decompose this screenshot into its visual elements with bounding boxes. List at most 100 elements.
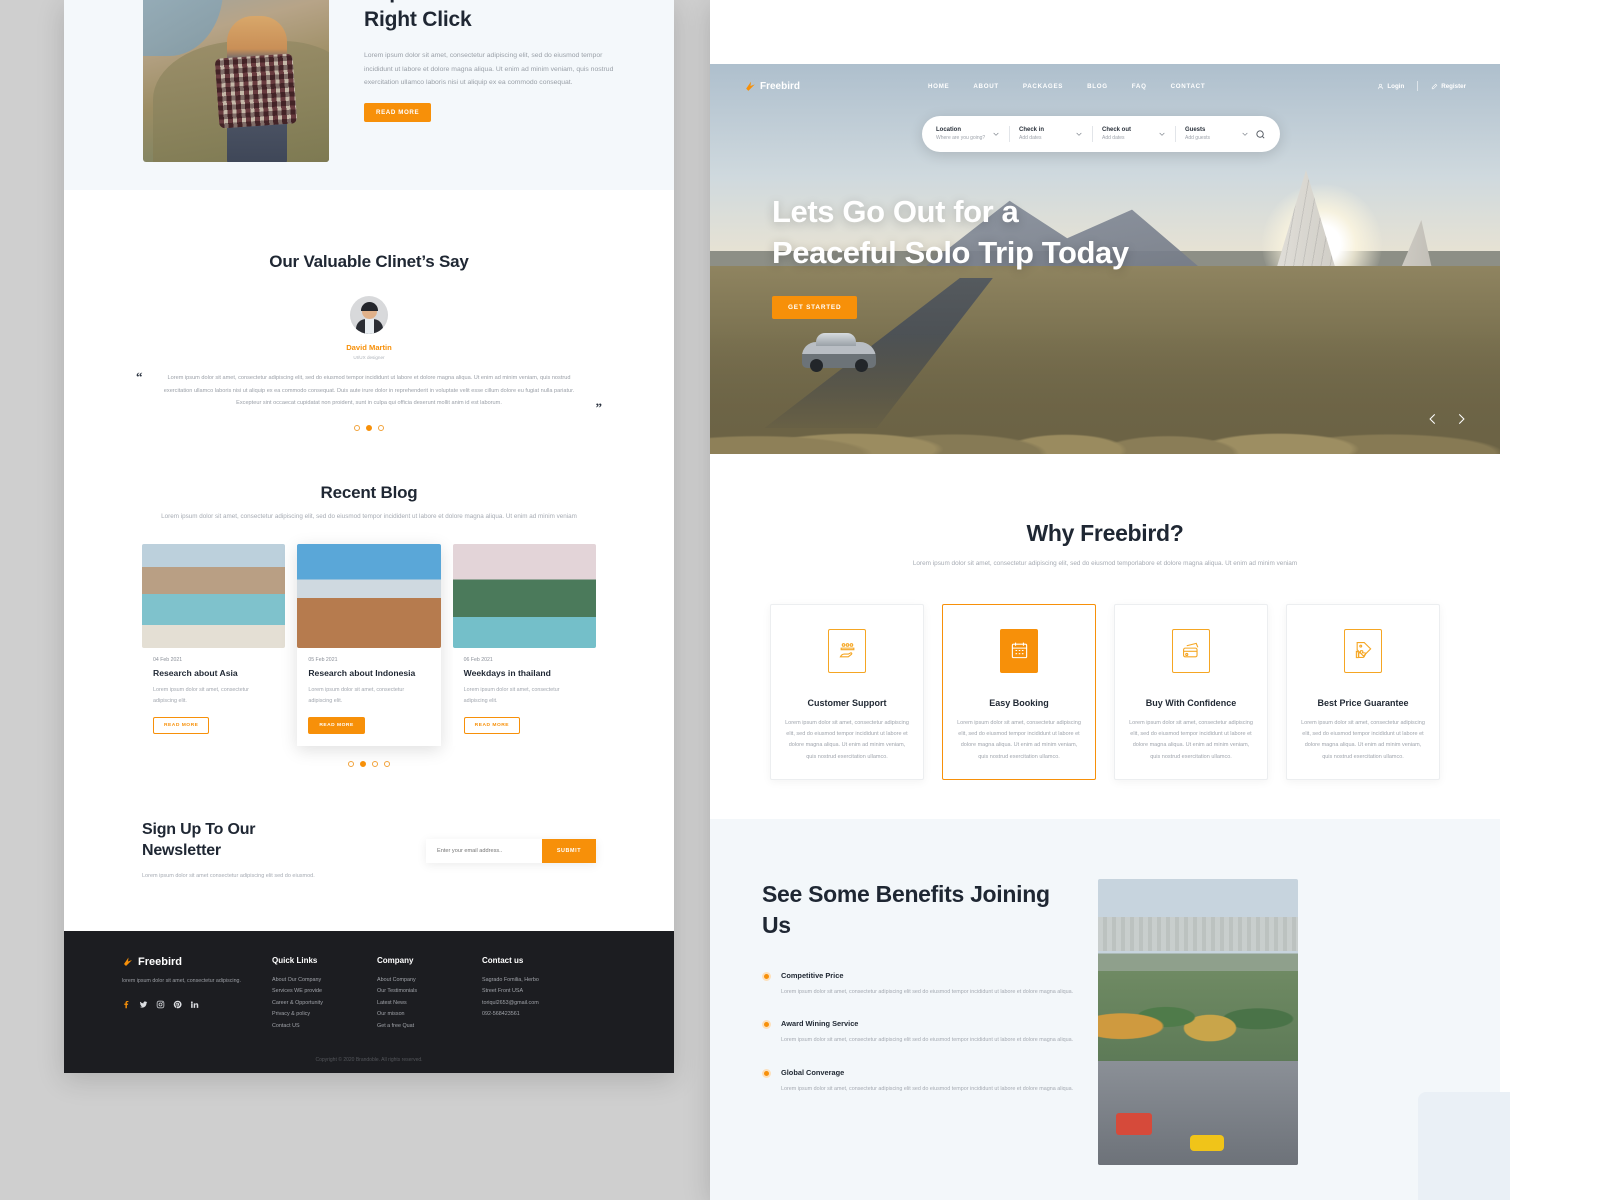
footer-socials[interactable]	[122, 1000, 272, 1009]
footer-link[interactable]: Privacy & policy	[272, 1009, 377, 1020]
why-card-title: Best Price Guarantee	[1317, 697, 1409, 708]
recent-blog-subtitle: Lorem ipsum dolor sit amet, consectetur …	[161, 512, 577, 520]
footer-link[interactable]: Our Testimonials	[377, 986, 482, 997]
bird-logo-icon	[124, 957, 132, 966]
search-field-label: Check in	[1019, 127, 1045, 133]
nav-item-packages[interactable]: PACKAGES	[1023, 83, 1063, 90]
blog-thumbnail	[452, 544, 596, 649]
footer-link[interactable]: About Our Company	[272, 975, 377, 986]
blog-excerpt: Lorem ipsum dolor sit amet, consectetur …	[463, 687, 560, 704]
footer-contact-phone[interactable]: 092-568423561	[482, 1009, 587, 1020]
chevron-down-icon[interactable]	[1158, 130, 1166, 138]
blog-read-more-button[interactable]: READ MORE	[308, 716, 365, 734]
search-field-checkin[interactable]: Check in Add dates	[1019, 127, 1083, 141]
carousel-dot-active[interactable]	[366, 424, 372, 431]
linkedin-icon[interactable]	[190, 1000, 199, 1009]
carousel-dot[interactable]	[348, 760, 354, 767]
footer-link[interactable]: Services WE provide	[272, 986, 377, 997]
footer-tagline: lorem ipsum dolor sit amet, consectetur …	[122, 977, 241, 984]
blog-card[interactable]: 04 Feb 2021 Research about Asia Lorem ip…	[142, 544, 286, 746]
blog-read-more-button[interactable]: READ MORE	[153, 716, 210, 734]
footer-link[interactable]: About Company	[377, 975, 482, 986]
explore-read-more-button[interactable]: READ MORE	[364, 103, 432, 123]
blog-date: 06 Feb 2021	[463, 657, 493, 664]
hero-banner: Freebird HOME ABOUT PACKAGES BLOG FAQ CO…	[710, 64, 1500, 454]
why-subtitle: Lorem ipsum dolor sit amet, consectetur …	[912, 560, 1298, 567]
blog-card[interactable]: 05 Feb 2021 Research about Indonesia Lor…	[297, 544, 441, 746]
footer-contact-email[interactable]: toriqul2653@gmail.com	[482, 998, 587, 1009]
search-divider	[1175, 126, 1176, 142]
chevron-down-icon[interactable]	[992, 130, 1000, 138]
user-icon	[1378, 83, 1384, 89]
newsletter-body: Lorem ipsum dolor sit amet consectetur a…	[142, 873, 315, 880]
nav-item-blog[interactable]: BLOG	[1087, 83, 1108, 90]
calendar-icon	[1000, 628, 1038, 673]
twitter-icon[interactable]	[139, 1000, 148, 1009]
benefit-body: Lorem ipsum dolor sit amet, consectetur …	[781, 1086, 1074, 1093]
newsletter-form[interactable]: SUBMIT	[426, 838, 596, 863]
register-button[interactable]: Register	[1431, 83, 1466, 90]
why-freebird-section: Why Freebird? Lorem ipsum dolor sit amet…	[710, 454, 1500, 819]
main-navigation: Freebird HOME ABOUT PACKAGES BLOG FAQ CO…	[710, 64, 1500, 108]
why-card-body: Lorem ipsum dolor sit amet, consectetur …	[957, 719, 1081, 760]
site-logo[interactable]: Freebird	[744, 80, 800, 93]
why-card-title: Customer Support	[807, 697, 887, 708]
search-field-label: Guests	[1185, 127, 1206, 133]
hero-carousel-arrows[interactable]	[1426, 412, 1468, 426]
auth-divider	[1417, 81, 1419, 91]
get-started-button[interactable]: GET STARTED	[772, 295, 858, 319]
search-field-placeholder: Add guests	[1185, 135, 1211, 141]
pinterest-icon[interactable]	[173, 1000, 182, 1009]
footer-link[interactable]: Latest News	[377, 998, 482, 1009]
nav-item-about[interactable]: ABOUT	[973, 83, 999, 90]
benefit-body: Lorem ipsum dolor sit amet, consectetur …	[781, 1037, 1074, 1044]
search-icon[interactable]	[1255, 129, 1266, 140]
newsletter-email-input[interactable]	[426, 838, 542, 863]
why-card-customer-support[interactable]: Customer Support Lorem ipsum dolor sit a…	[770, 603, 924, 780]
why-card-buy-with-confidence[interactable]: Buy With Confidence Lorem ipsum dolor si…	[1114, 603, 1268, 780]
left-mockup-panel: Explore the World With a Right Click Lor…	[64, 0, 674, 1073]
benefits-section: See Some Benefits Joining Us Competitive…	[710, 819, 1510, 1200]
search-field-location[interactable]: Location Where are you going?	[936, 127, 1000, 141]
bullet-icon	[762, 971, 771, 981]
login-button[interactable]: Login	[1377, 83, 1404, 90]
footer-logo-text: Freebird	[138, 955, 183, 968]
facebook-icon[interactable]	[122, 1000, 131, 1009]
why-card-best-price-guarantee[interactable]: Best Price Guarantee Lorem ipsum dolor s…	[1286, 603, 1440, 780]
footer-link[interactable]: Our misson	[377, 1009, 482, 1020]
footer-link[interactable]: Get a free Quat	[377, 1021, 482, 1032]
footer-link[interactable]: Contact US	[272, 1021, 377, 1032]
carousel-dot[interactable]	[384, 760, 390, 767]
blog-excerpt: Lorem ipsum dolor sit amet, consectetur …	[308, 687, 405, 704]
blog-thumbnail	[142, 544, 286, 649]
benefit-body: Lorem ipsum dolor sit amet, consectetur …	[781, 988, 1074, 995]
nav-item-home[interactable]: HOME	[928, 83, 949, 90]
chevron-down-icon[interactable]	[1241, 130, 1249, 138]
nav-item-faq[interactable]: FAQ	[1132, 83, 1147, 90]
blog-excerpt: Lorem ipsum dolor sit amet, consectetur …	[153, 687, 249, 704]
search-bar[interactable]: Location Where are you going? Check in A…	[922, 116, 1280, 152]
hero-headline-line1: Lets Go Out for a	[772, 194, 1019, 229]
newsletter-submit-button[interactable]: SUBMIT	[542, 838, 596, 863]
footer: Freebird lorem ipsum dolor sit amet, con…	[64, 930, 674, 1073]
nav-item-contact[interactable]: CONTACT	[1171, 83, 1206, 90]
chevron-right-icon[interactable]	[1454, 412, 1468, 426]
footer-logo[interactable]: Freebird	[122, 956, 272, 968]
search-field-placeholder: Add dates	[1019, 135, 1042, 141]
blog-read-more-button[interactable]: READ MORE	[463, 716, 521, 734]
search-field-guests[interactable]: Guests Add guests	[1185, 127, 1249, 141]
footer-link[interactable]: Career & Opportunity	[272, 998, 377, 1009]
chevron-down-icon[interactable]	[1075, 130, 1083, 138]
why-card-easy-booking[interactable]: Easy Booking Lorem ipsum dolor sit amet,…	[942, 603, 1096, 780]
chevron-left-icon[interactable]	[1426, 412, 1440, 426]
search-field-checkout[interactable]: Check out Add dates	[1102, 127, 1166, 141]
carousel-dot-active[interactable]	[360, 760, 366, 767]
search-field-placeholder: Where are you going?	[936, 135, 986, 141]
blog-thumbnail	[297, 544, 441, 649]
carousel-dot[interactable]	[372, 760, 378, 767]
instagram-icon[interactable]	[156, 1000, 165, 1009]
carousel-dot[interactable]	[378, 424, 384, 431]
blog-title: Research about Indonesia	[308, 668, 416, 679]
blog-card[interactable]: 06 Feb 2021 Weekdays in thailand Lorem i…	[452, 544, 596, 746]
carousel-dot[interactable]	[354, 424, 360, 431]
